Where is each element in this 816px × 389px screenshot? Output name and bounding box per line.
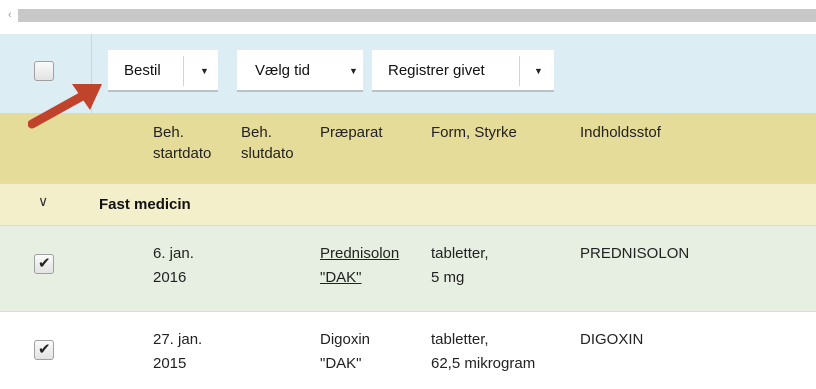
start-date-cell: 6. jan. 2016 (153, 245, 194, 286)
order-split-button: Bestil ▼ (108, 50, 218, 92)
split-divider (519, 56, 520, 86)
register-given-button[interactable]: Registrer givet (372, 62, 485, 79)
chevron-down-icon: ▼ (349, 66, 358, 76)
register-given-split-button: Registrer givet ▼ (372, 50, 554, 92)
annotation-arrow-icon (28, 84, 102, 129)
choose-time-label: Vælg tid (255, 61, 311, 79)
checkmark-icon: ✔ (38, 341, 51, 358)
table-row[interactable]: ✔ 6. jan. 2016 Prednisolon "DAK" tablett… (0, 225, 816, 311)
split-divider (183, 56, 184, 86)
group-row-fixed-medicine[interactable]: ∨ Fast medicin (0, 183, 816, 225)
column-header-start-date[interactable]: Beh. startdato (153, 122, 211, 164)
table-row[interactable]: ✔ 27. jan. 2015 Digoxin "DAK" tabletter,… (0, 311, 816, 389)
substance-cell: DIGOXIN (580, 331, 644, 348)
order-dropdown-icon[interactable]: ▼ (200, 66, 209, 76)
scrollbar-track[interactable] (18, 9, 816, 22)
horizontal-scrollbar[interactable]: ‹ (0, 0, 816, 24)
drug-cell: Digoxin "DAK" (320, 331, 371, 372)
form-strength-cell: tabletter, 62,5 mikrogram (431, 331, 536, 372)
select-all-checkbox[interactable] (34, 61, 54, 81)
drug-link[interactable]: Prednisolon "DAK" (320, 242, 399, 290)
substance-cell: PREDNISOLON (580, 245, 690, 262)
table-header: Beh. startdato Beh. slutdato Præparat Fo… (0, 113, 816, 183)
column-header-end-date[interactable]: Beh. slutdato (241, 122, 294, 164)
choose-time-button[interactable]: Vælg tid ▼ (237, 50, 363, 92)
collapse-chevron-icon[interactable]: ∨ (38, 193, 48, 210)
row-checkbox[interactable]: ✔ (34, 340, 54, 360)
column-header-form-strength[interactable]: Form, Styrke (431, 122, 517, 143)
column-header-substance[interactable]: Indholdsstof (580, 122, 661, 143)
register-dropdown-icon[interactable]: ▼ (534, 66, 543, 76)
row-checkbox[interactable]: ✔ (34, 254, 54, 274)
form-strength-cell: tabletter, 5 mg (431, 245, 489, 286)
column-header-drug[interactable]: Præparat (320, 122, 383, 143)
group-title: Fast medicin (99, 196, 191, 213)
scroll-left-icon[interactable]: ‹ (8, 8, 12, 22)
checkmark-icon: ✔ (38, 255, 51, 272)
order-button[interactable]: Bestil (108, 62, 161, 79)
start-date-cell: 27. jan. 2015 (153, 331, 203, 372)
